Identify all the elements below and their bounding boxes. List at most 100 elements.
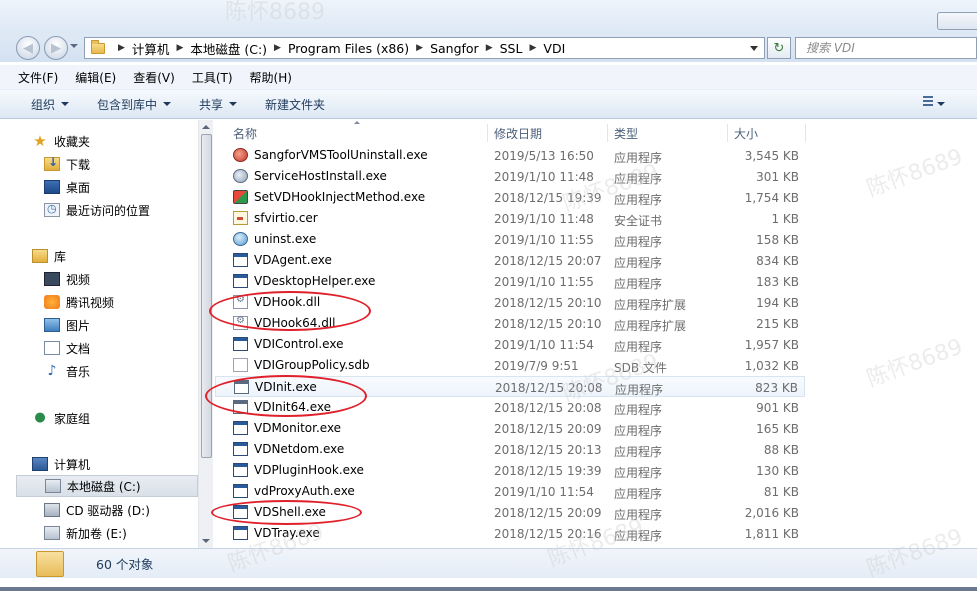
menu-file[interactable]: 文件(F) (18, 69, 58, 86)
file-row[interactable]: sfvirtio.cer 2019/1/10 11:48 安全证书 1 KB (215, 208, 805, 229)
nav-downloads[interactable]: 下载 (44, 153, 198, 175)
file-row[interactable]: VDTray.exe 2018/12/15 20:16 应用程序 1,811 KB (215, 523, 805, 544)
history-dropdown-icon[interactable] (70, 44, 78, 48)
bottom-border (0, 587, 977, 591)
nav-desktop[interactable]: 桌面 (44, 176, 198, 198)
file-name[interactable]: VDHook64.dll (233, 315, 335, 330)
file-name[interactable]: VDTray.exe (233, 526, 320, 540)
file-row[interactable]: VDesktopHelper.exe 2019/1/10 11:55 应用程序 183… (215, 271, 805, 292)
forward-button[interactable]: ▶ (44, 36, 68, 60)
menu-tools[interactable]: 工具(T) (192, 69, 233, 86)
file-name[interactable]: VDHook.dll (233, 294, 320, 309)
scroll-thumb[interactable] (201, 134, 212, 458)
breadcrumb-sangfor[interactable]: Sangfor (430, 41, 479, 56)
chevron-right-icon[interactable]: ▶ (416, 43, 423, 53)
file-name[interactable]: VDNetdom.exe (233, 442, 344, 456)
breadcrumb-local-disk[interactable]: 本地磁盘 (C:) (190, 39, 267, 58)
chevron-down-icon[interactable] (750, 46, 758, 51)
file-name[interactable]: VDAgent.exe (233, 253, 332, 267)
file-name[interactable]: uninst.exe (233, 232, 316, 246)
nav-cd-drive[interactable]: CD 驱动器 (D:) (44, 499, 198, 521)
file-row[interactable]: VDAgent.exe 2018/12/15 20:07 应用程序 834 KB (215, 250, 805, 271)
refresh-button[interactable]: ↻ (767, 37, 791, 59)
file-name[interactable]: VDInit64.exe (233, 400, 331, 414)
file-row[interactable]: uninst.exe 2019/1/10 11:55 应用程序 158 KB (215, 229, 805, 250)
chevron-right-icon[interactable]: ▶ (118, 43, 125, 53)
file-name[interactable]: VDIControl.exe (233, 337, 343, 351)
breadcrumb-vdi[interactable]: VDI (543, 41, 565, 56)
back-button[interactable]: ◀ (16, 36, 40, 60)
breadcrumb-program-files[interactable]: Program Files (x86) (288, 41, 409, 56)
nav-favorites[interactable]: ★ 收藏夹 (32, 130, 198, 152)
file-name[interactable]: VDShell.exe (233, 505, 326, 519)
file-row[interactable]: VDShell.exe 2018/12/15 20:09 应用程序 2,016 KB (215, 502, 805, 523)
column-divider[interactable] (607, 124, 608, 142)
nav-libraries[interactable]: 库 (32, 245, 198, 267)
column-divider[interactable] (487, 124, 488, 142)
nav-scrollbar[interactable] (198, 120, 213, 548)
scroll-down-icon[interactable] (202, 539, 210, 543)
organize-button[interactable]: 组织 (31, 96, 70, 113)
file-row[interactable]: ServiceHostInstall.exe 2019/1/10 11:48 应用程… (215, 166, 805, 187)
file-row[interactable]: VDPluginHook.exe 2018/12/15 19:39 应用程序 130 … (215, 460, 805, 481)
menu-edit[interactable]: 编辑(E) (75, 69, 116, 86)
file-name[interactable]: sfvirtio.cer (233, 211, 318, 225)
breadcrumb-computer[interactable]: 计算机 (132, 39, 170, 58)
share-button[interactable]: 共享 (199, 96, 238, 113)
chevron-down-icon[interactable] (937, 102, 945, 106)
close-button[interactable] (937, 12, 977, 30)
search-input[interactable] (806, 41, 956, 55)
chevron-down-icon (229, 102, 238, 106)
search-box[interactable] (795, 37, 977, 59)
file-row[interactable]: VDHook64.dll 2018/12/15 20:10 应用程序扩展 215 KB (215, 313, 805, 334)
file-row[interactable]: VDIGroupPolicy.sdb 2019/7/9 9:51 SDB 文件 1,0… (215, 355, 805, 376)
file-name[interactable]: VDPluginHook.exe (233, 463, 364, 477)
file-row[interactable]: VDInit.exe 2018/12/15 20:08 应用程序 823 KB (215, 376, 805, 397)
file-row[interactable]: VDHook.dll 2018/12/15 20:10 应用程序扩展 194 KB (215, 292, 805, 313)
scroll-up-icon[interactable] (202, 125, 210, 129)
file-row[interactable]: vdProxyAuth.exe 2019/1/10 11:54 应用程序 81 KB (215, 481, 805, 502)
chevron-right-icon[interactable]: ▶ (274, 43, 281, 53)
breadcrumb-ssl[interactable]: SSL (500, 41, 523, 56)
include-in-library-button[interactable]: 包含到库中 (97, 96, 172, 113)
file-name[interactable]: vdProxyAuth.exe (233, 484, 355, 498)
nav-videos[interactable]: 视频 (44, 268, 198, 290)
file-name[interactable]: VDesktopHelper.exe (233, 274, 375, 288)
menu-view[interactable]: 查看(V) (133, 69, 175, 86)
nav-documents[interactable]: 文档 (44, 337, 198, 359)
chevron-right-icon[interactable]: ▶ (486, 43, 493, 53)
column-divider[interactable] (805, 124, 806, 142)
view-options-icon[interactable] (918, 96, 934, 110)
file-row[interactable]: SangforVMSToolUninstall.exe 2019/5/13 16:… (215, 145, 805, 166)
file-name[interactable]: VDIGroupPolicy.sdb (233, 358, 370, 372)
file-row[interactable]: VDInit64.exe 2018/12/15 20:08 应用程序 901 KB (215, 397, 805, 418)
file-name[interactable]: ServiceHostInstall.exe (233, 169, 387, 183)
file-name[interactable]: SetVDHookInjectMethod.exe (233, 190, 425, 204)
nav-local-disk[interactable]: 本地磁盘 (C:) (16, 475, 198, 497)
column-header-size[interactable]: 大小 (734, 124, 758, 142)
column-divider[interactable] (727, 124, 728, 142)
nav-homegroup[interactable]: ● 家庭组 (32, 407, 198, 429)
file-name[interactable]: VDMonitor.exe (233, 421, 341, 435)
file-row[interactable]: VDIControl.exe 2019/1/10 11:54 应用程序 1,957 K… (215, 334, 805, 355)
new-folder-button[interactable]: 新建文件夹 (265, 96, 325, 113)
column-header-modified[interactable]: 修改日期 (494, 124, 542, 142)
nav-new-volume[interactable]: 新加卷 (E:) (44, 522, 198, 544)
nav-tencent-video[interactable]: 腾讯视频 (44, 291, 198, 313)
file-name[interactable]: VDInit.exe (234, 380, 317, 394)
chevron-right-icon[interactable]: ▶ (529, 43, 536, 53)
file-type: 应用程序 (614, 235, 663, 249)
file-name[interactable]: SangforVMSToolUninstall.exe (233, 148, 428, 162)
file-row[interactable]: VDNetdom.exe 2018/12/15 20:13 应用程序 88 KB (215, 439, 805, 460)
nav-recent[interactable]: 最近访问的位置 (44, 199, 198, 221)
address-bar[interactable]: ▶ 计算机 ▶ 本地磁盘 (C:) ▶ Program Files (x86) … (84, 37, 765, 59)
nav-computer[interactable]: 计算机 (32, 453, 198, 475)
menu-help[interactable]: 帮助(H) (250, 69, 292, 86)
column-header-name[interactable]: 名称 (233, 124, 257, 142)
nav-pictures[interactable]: 图片 (44, 314, 198, 336)
column-header-type[interactable]: 类型 (614, 124, 638, 142)
file-row[interactable]: SetVDHookInjectMethod.exe 2018/12/15 19:3… (215, 187, 805, 208)
file-row[interactable]: VDMonitor.exe 2018/12/15 20:09 应用程序 165 KB (215, 418, 805, 439)
chevron-right-icon[interactable]: ▶ (176, 43, 183, 53)
nav-music[interactable]: ♪ 音乐 (44, 360, 198, 382)
